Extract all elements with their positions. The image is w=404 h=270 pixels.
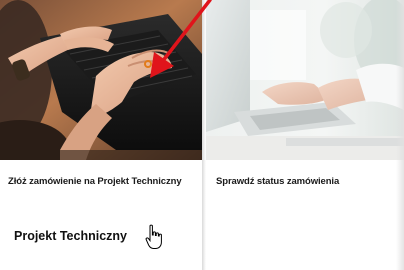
- laptop-hands-photo: [206, 0, 404, 160]
- status-card-image[interactable]: [206, 0, 404, 160]
- card-edge-shadow: [396, 0, 404, 270]
- order-card-link[interactable]: Projekt Techniczny: [14, 229, 127, 243]
- status-card-title[interactable]: Sprawdź status zamówienia: [216, 176, 339, 187]
- status-card[interactable]: Sprawdź status zamówienia: [206, 0, 404, 270]
- red-arrow-icon: [150, 0, 212, 78]
- order-card-title[interactable]: Złóż zamówienie na Projekt Techniczny: [8, 176, 182, 187]
- hand-pointer-icon: [145, 224, 162, 249]
